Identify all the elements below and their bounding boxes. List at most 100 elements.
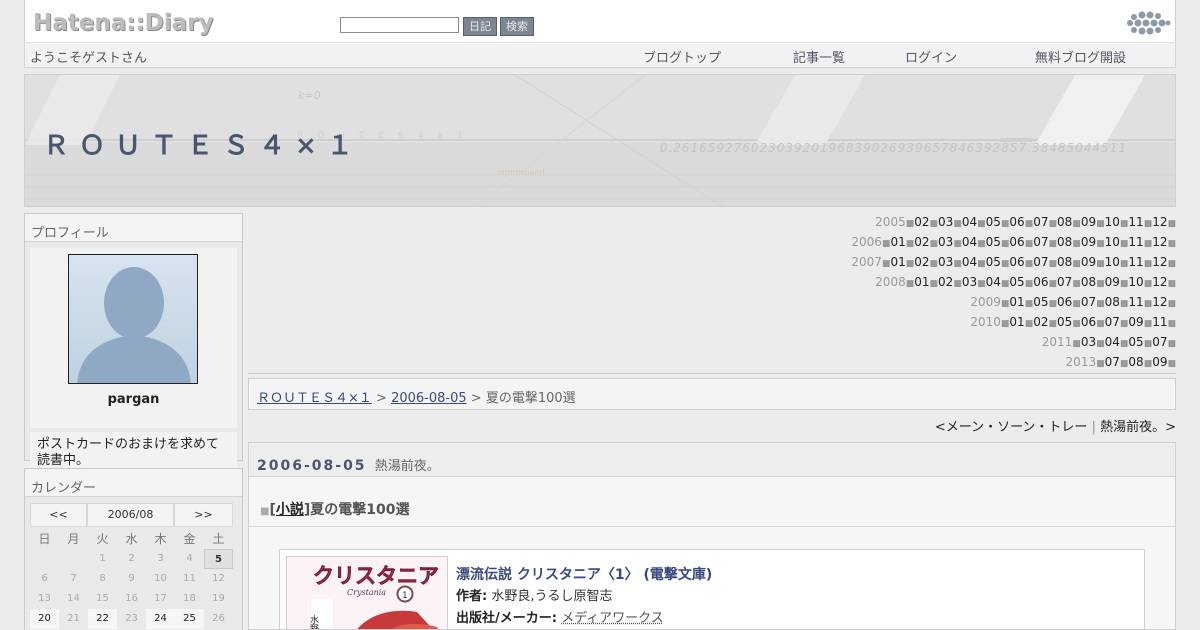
- archive-month-link[interactable]: 07: [1033, 215, 1048, 229]
- calendar-day-current[interactable]: 5: [204, 549, 233, 569]
- archive-month-link[interactable]: 03: [938, 215, 953, 229]
- archive-month-link[interactable]: 06: [1009, 255, 1024, 269]
- archive-month-link[interactable]: 01: [914, 275, 929, 289]
- archive-month-link[interactable]: 10: [1105, 235, 1120, 249]
- archive-month-link[interactable]: 05: [1057, 315, 1072, 329]
- prev-entry-link[interactable]: <メーン・ソーン・トレー: [935, 420, 1088, 435]
- archive-month-link[interactable]: 02: [938, 275, 953, 289]
- hatena-logo[interactable]: Hatena::Diary: [33, 10, 214, 36]
- archive-month-link[interactable]: 06: [1081, 315, 1096, 329]
- archive-month-link[interactable]: 10: [1105, 255, 1120, 269]
- archive-month-link[interactable]: 03: [962, 275, 977, 289]
- archive-month-link[interactable]: 12: [1152, 235, 1167, 249]
- archive-month-link[interactable]: 05: [1009, 275, 1024, 289]
- archive-month-link[interactable]: 04: [962, 255, 977, 269]
- calendar-month[interactable]: 2006/08: [87, 503, 174, 527]
- archive-month-link[interactable]: 08: [1057, 215, 1072, 229]
- archive-month-link[interactable]: 07: [1057, 275, 1072, 289]
- next-entry-link[interactable]: 熱湯前夜。>: [1100, 420, 1176, 435]
- calendar-day-linked[interactable]: 22: [88, 609, 117, 629]
- archive-month-link[interactable]: 08: [1081, 275, 1096, 289]
- archive-month-link[interactable]: 06: [1009, 215, 1024, 229]
- archive-year-link[interactable]: 2008: [875, 275, 906, 289]
- archive-month-link[interactable]: 07: [1033, 235, 1048, 249]
- archive-month-link[interactable]: 11: [1128, 255, 1143, 269]
- archive-month-link[interactable]: 07: [1105, 355, 1120, 369]
- archive-month-link[interactable]: 12: [1152, 295, 1167, 309]
- breadcrumb-date-link[interactable]: 2006-08-05: [391, 391, 467, 406]
- archive-month-link[interactable]: 07: [1105, 315, 1120, 329]
- archive-month-link[interactable]: 12: [1152, 275, 1167, 289]
- archive-month-link[interactable]: 06: [1057, 295, 1072, 309]
- archive-month-link[interactable]: 04: [962, 235, 977, 249]
- archive-month-link[interactable]: 03: [938, 235, 953, 249]
- archive-year-link[interactable]: 2006: [851, 235, 882, 249]
- archive-month-link[interactable]: 05: [1128, 335, 1143, 349]
- archive-month-link[interactable]: 01: [1009, 295, 1024, 309]
- archive-year-link[interactable]: 2013: [1066, 355, 1097, 369]
- archive-month-link[interactable]: 05: [986, 215, 1001, 229]
- archive-month-link[interactable]: 04: [986, 275, 1001, 289]
- archive-year-link[interactable]: 2011: [1042, 335, 1073, 349]
- archive-month-link[interactable]: 11: [1152, 315, 1167, 329]
- archive-month-link[interactable]: 09: [1128, 315, 1143, 329]
- archive-month-link[interactable]: 01: [1009, 315, 1024, 329]
- archive-month-link[interactable]: 01: [890, 255, 905, 269]
- day-date[interactable]: 2006-08-05: [257, 458, 367, 474]
- archive-year-link[interactable]: 2010: [970, 315, 1001, 329]
- archive-month-link[interactable]: 11: [1128, 295, 1143, 309]
- archive-month-link[interactable]: 02: [914, 215, 929, 229]
- archive-month-link[interactable]: 09: [1105, 275, 1120, 289]
- diary-search-button[interactable]: 日記: [463, 17, 497, 36]
- avatar[interactable]: [68, 254, 198, 384]
- blog-title[interactable]: ＲＯＵＴＥＳ４×１: [43, 125, 363, 162]
- archive-month-link[interactable]: 12: [1152, 255, 1167, 269]
- archive-month-link[interactable]: 04: [1105, 335, 1120, 349]
- archive-month-link[interactable]: 05: [986, 255, 1001, 269]
- archive-month-link[interactable]: 09: [1081, 215, 1096, 229]
- archive-month-link[interactable]: 09: [1081, 235, 1096, 249]
- nav-blog-top[interactable]: ブログトップ: [643, 47, 721, 66]
- profile-username[interactable]: pargan: [30, 392, 237, 407]
- calendar-next-button[interactable]: >>: [174, 503, 233, 527]
- nav-open-blog[interactable]: 無料ブログ開設: [1035, 47, 1126, 66]
- archive-month-link[interactable]: 08: [1128, 355, 1143, 369]
- archive-month-link[interactable]: 06: [1033, 275, 1048, 289]
- hatena-cloud-icon[interactable]: [1125, 10, 1171, 36]
- category-link[interactable]: 小説: [276, 502, 304, 518]
- book-title-link[interactable]: 漂流伝説 クリスタニア〈1〉 (電撃文庫): [456, 564, 712, 586]
- search-input[interactable]: [340, 17, 459, 33]
- archive-month-link[interactable]: 06: [1009, 235, 1024, 249]
- archive-month-link[interactable]: 08: [1057, 235, 1072, 249]
- archive-month-link[interactable]: 02: [914, 235, 929, 249]
- calendar-prev-button[interactable]: <<: [30, 503, 87, 527]
- book-publisher-link[interactable]: メディアワークス: [561, 611, 664, 626]
- archive-month-link[interactable]: 11: [1128, 215, 1143, 229]
- archive-month-link[interactable]: 02: [1033, 315, 1048, 329]
- archive-month-link[interactable]: 05: [986, 235, 1001, 249]
- breadcrumb-blog-link[interactable]: ＲＯＵＴＥＳ４×１: [257, 391, 372, 406]
- archive-month-link[interactable]: 11: [1128, 235, 1143, 249]
- nav-article-list[interactable]: 記事一覧: [793, 47, 845, 66]
- archive-month-link[interactable]: 10: [1128, 275, 1143, 289]
- archive-month-link[interactable]: 07: [1033, 255, 1048, 269]
- archive-month-link[interactable]: 07: [1081, 295, 1096, 309]
- archive-year-link[interactable]: 2005: [875, 215, 906, 229]
- archive-month-link[interactable]: 01: [890, 235, 905, 249]
- archive-month-link[interactable]: 03: [1081, 335, 1096, 349]
- archive-month-link[interactable]: 08: [1105, 295, 1120, 309]
- book-cover-image[interactable]: クリスタニア Crystania 1 水野良: [286, 556, 448, 630]
- archive-year-link[interactable]: 2009: [970, 295, 1001, 309]
- search-button[interactable]: 検索: [500, 17, 534, 36]
- archive-month-link[interactable]: 12: [1152, 215, 1167, 229]
- archive-month-link[interactable]: 04: [962, 215, 977, 229]
- calendar-day-linked[interactable]: 25: [175, 609, 204, 629]
- calendar-day-linked[interactable]: 24: [146, 609, 175, 629]
- archive-month-link[interactable]: 03: [938, 255, 953, 269]
- archive-month-link[interactable]: 09: [1152, 355, 1167, 369]
- archive-month-link[interactable]: 09: [1081, 255, 1096, 269]
- archive-month-link[interactable]: 05: [1033, 295, 1048, 309]
- archive-month-link[interactable]: 08: [1057, 255, 1072, 269]
- archive-month-link[interactable]: 02: [914, 255, 929, 269]
- calendar-day-linked[interactable]: 20: [30, 609, 59, 629]
